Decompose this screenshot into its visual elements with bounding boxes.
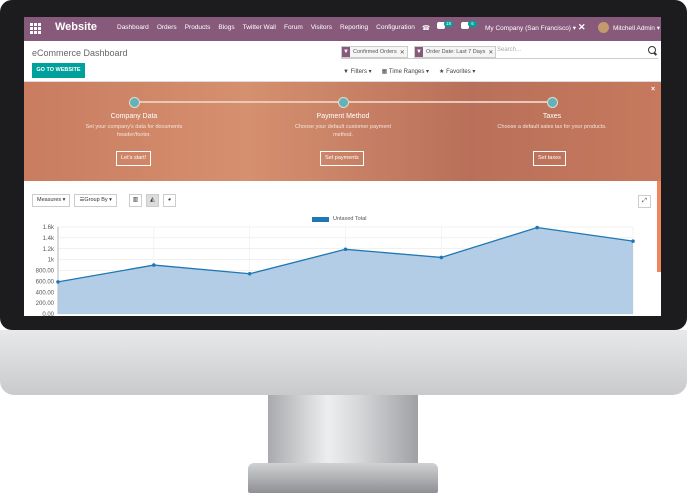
menu-item-twitter-wall[interactable]: Twitter Wall — [243, 24, 276, 31]
y-tick-label: 600.00 — [36, 279, 55, 285]
remove-facet-icon[interactable]: ✕ — [400, 49, 405, 56]
step-title: Taxes — [542, 113, 562, 120]
search-icon[interactable] — [648, 46, 656, 54]
time-ranges-dropdown[interactable]: ▦ Time Ranges ▾ — [382, 68, 429, 75]
step-company-data: Company Data Set your company's data for… — [79, 113, 189, 139]
data-point[interactable] — [535, 225, 539, 230]
data-point[interactable] — [247, 271, 252, 276]
facet-label: Order Date: Last 7 Days — [426, 49, 486, 55]
step-taxes: Taxes Choose a default sales tax for you… — [497, 113, 607, 131]
favorites-dropdown[interactable]: ★ Favorites ▾ — [439, 68, 475, 75]
step-description: Choose a default sales tax for your prod… — [497, 124, 607, 130]
menu-item-reporting[interactable]: Reporting — [340, 24, 368, 31]
time-ranges-label: Time Ranges — [388, 69, 425, 75]
data-point[interactable] — [152, 263, 156, 267]
step-title: Payment Method — [316, 113, 370, 120]
data-point[interactable] — [631, 239, 635, 243]
apps-menu-icon[interactable] — [30, 23, 41, 34]
menu-item-orders[interactable]: Orders — [157, 24, 177, 31]
search-bar: ▼ Confirmed Orders ✕ ▼ Order Date: Last … — [341, 45, 658, 59]
menu-item-visitors[interactable]: Visitors — [311, 24, 332, 31]
facet-confirmed-orders[interactable]: ▼ Confirmed Orders ✕ — [341, 46, 408, 58]
data-point[interactable] — [343, 247, 348, 252]
user-menu[interactable]: Mitchell Admin ▾ — [613, 24, 660, 32]
onboarding-banner: × Company Data Set your company's data f… — [24, 82, 661, 181]
graph-view: Measures ▾ ☰Group By ▾ ▥ ◭ ◕ ⤢ Untaxed T… — [24, 181, 661, 316]
breadcrumb: eCommerce Dashboard — [32, 48, 128, 58]
monitor-stand — [268, 395, 418, 463]
step-dot — [338, 97, 349, 108]
step-title: Company Data — [110, 113, 158, 120]
filter-icon: ▼ — [342, 47, 350, 57]
remove-facet-icon[interactable]: ✕ — [488, 49, 493, 56]
filters-dropdown[interactable]: ▼ Filters ▾ — [343, 68, 372, 75]
avatar[interactable] — [598, 22, 609, 33]
top-navbar: Website Dashboard Orders Products Blogs … — [24, 17, 661, 41]
y-tick-label: 1.2k — [43, 247, 55, 253]
step-dot — [129, 97, 140, 108]
company-name: My Company (San Francisco) — [485, 25, 571, 32]
menu-item-configuration[interactable]: Configuration — [376, 24, 415, 31]
facet-label: Confirmed Orders — [353, 49, 397, 55]
menu-item-forum[interactable]: Forum — [284, 24, 303, 31]
menu-item-products[interactable]: Products — [185, 24, 211, 31]
step-description: Choose your default customer payment met… — [295, 124, 391, 138]
y-tick-label: 0.00 — [42, 312, 54, 316]
app-screen: Website Dashboard Orders Products Blogs … — [24, 17, 661, 316]
monitor-base — [248, 463, 438, 493]
messages-badge: 6 — [468, 21, 477, 27]
y-tick-label: 1.4k — [43, 236, 55, 242]
go-to-website-button[interactable]: GO TO WEBSITE — [32, 63, 85, 78]
favorites-label: Favorites — [446, 69, 471, 75]
y-tick-label: 1k — [48, 258, 55, 264]
step-dot — [547, 97, 558, 108]
set-payments-button[interactable]: Set payments — [320, 151, 364, 166]
user-name: Mitchell Admin — [613, 25, 655, 32]
phone-icon[interactable]: ☎ — [422, 24, 430, 32]
y-tick-label: 400.00 — [36, 290, 55, 296]
monitor-chin — [0, 330, 687, 395]
control-panel: eCommerce Dashboard GO TO WEBSITE ▼ Conf… — [24, 41, 661, 82]
lets-start-button[interactable]: Let's start! — [116, 151, 152, 166]
company-switcher[interactable]: My Company (San Francisco) ▾ — [485, 24, 576, 32]
y-tick-label: 800.00 — [36, 269, 55, 275]
search-input[interactable]: Search... — [497, 47, 521, 53]
data-point[interactable] — [56, 280, 60, 284]
facet-order-date[interactable]: ▼ Order Date: Last 7 Days ✕ — [414, 46, 497, 58]
menu-item-blogs[interactable]: Blogs — [218, 24, 234, 31]
main-menu: Dashboard Orders Products Blogs Twitter … — [117, 24, 415, 31]
app-brand[interactable]: Website — [55, 21, 97, 33]
y-tick-label: 1.6k — [43, 225, 55, 231]
step-description: Set your company's data for documents he… — [85, 124, 183, 138]
step-payment-method: Payment Method Choose your default custo… — [288, 113, 398, 139]
close-banner-icon[interactable]: × — [651, 86, 655, 93]
menu-item-dashboard[interactable]: Dashboard — [117, 24, 149, 31]
set-taxes-button[interactable]: Set taxes — [533, 151, 566, 166]
close-icon[interactable]: ✕ — [578, 22, 586, 33]
area-chart: 1.6k 1.4k 1.2k 1k 800.00 600.00 400.00 200.00 0.… — [36, 225, 635, 316]
search-options: ▼ Filters ▾ ▦ Time Ranges ▾ ★ Favorites … — [343, 68, 475, 75]
y-tick-label: 200.00 — [36, 301, 55, 307]
filters-label: Filters — [350, 69, 367, 75]
data-point[interactable] — [439, 255, 444, 260]
filter-icon: ▼ — [415, 47, 423, 57]
activity-badge: 18 — [444, 21, 453, 27]
